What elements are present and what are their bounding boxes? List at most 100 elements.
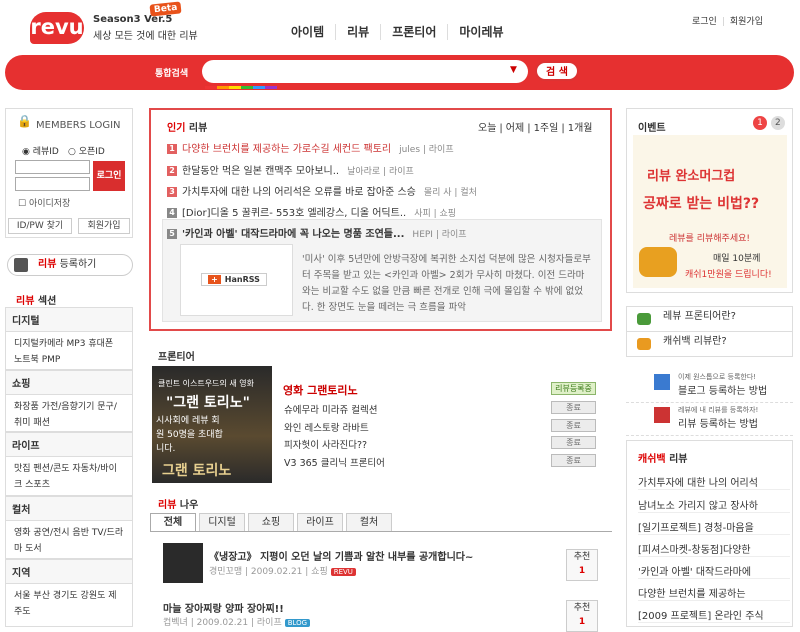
members-login-title: MEMBERS LOGIN [36,120,121,131]
review-title[interactable]: 《냉장고》 지평이 오던 날의 기쁨과 알찬 내부를 공개합니다~ [209,548,473,563]
page-2[interactable]: 2 [770,116,785,130]
status-badge: 종료 [551,454,596,467]
category-title[interactable]: 쇼핑 [6,371,132,395]
nav-item-myrevu[interactable]: 마이레뷰 [447,24,514,40]
list-item[interactable]: 다양한 브런치를 제공하는 [638,585,790,601]
tab-shopping[interactable]: 쇼핑 [248,513,294,531]
category-items[interactable]: 맛집 펜션/콘도 자동차/바이크 스포츠 [6,457,132,497]
banner-sub: 시사회에 레뷰 회원 50명을 초대합니다. [156,416,223,454]
review-meta: 경민꼬맹 | 2009.02.21 | 쇼핑 REVU [209,564,356,577]
review-icon [654,407,670,423]
nav-item-review[interactable]: 리뷰 [335,24,380,40]
frontier-banner[interactable]: 클린트 이스트우드의 새 영화 "그랜 토리노" 시사회에 레뷰 회원 50명을… [152,366,272,483]
recommend-button[interactable]: 추천 1 [566,549,598,581]
list-item[interactable]: 슈에무라 미라쥬 컬렉션 [284,402,377,416]
banner-title: "그랜 토리노" [166,395,250,411]
version-label: Season3 Ver.5 [93,14,173,25]
review-title[interactable]: 마늘 장아찌랑 양파 장아찌!! [163,600,284,615]
radio-open-id[interactable]: ○ 오픈ID [68,144,105,157]
revu-badge: REVU [330,568,356,576]
frontier-info-link[interactable]: 레뷰 프론티어란? [626,306,793,332]
find-idpw-button[interactable]: ID/PW 찾기 [8,218,72,234]
tab-digital[interactable]: 디지털 [199,513,245,531]
id-field[interactable] [15,160,90,174]
period-tabs: 오늘 | 어제 | 1주일 | 1개월 [475,119,595,134]
list-item[interactable]: 가치투자에 대한 나의 어리석 [638,474,790,490]
popular-reviews-title: 인기 리뷰 [167,123,208,134]
search-input[interactable] [202,60,528,83]
review-thumbnail[interactable] [163,543,203,583]
review-meta: 컵벡녀 | 2009.02.21 | 라이프 BLOG [163,615,311,628]
event-line3: 레뷰를 리뷰해주세요! [669,234,750,244]
list-item[interactable]: 2 한달동안 먹은 일본 캔맥주 모아보니.. 날아라로 | 라이프 [167,162,414,177]
coin-icon [639,247,677,277]
radio-revu-label: 레뷰ID [32,147,59,157]
category-digital: 디지털 디지털카메라 MP3 휴대폰 노트북 PMP [5,307,133,370]
password-field[interactable] [15,177,90,191]
blog-icon [654,374,670,390]
category-items[interactable]: 영화 공연/전시 음반 TV/드라마 도서 [6,521,132,561]
review-tabs: 전체 디지털 쇼핑 라이프 컬처 [150,513,612,532]
join-link[interactable]: 회원가입 [725,17,768,27]
hanrss-logo: + HanRSS [201,273,267,286]
list-item[interactable]: 피자헛이 사라진다?? [284,437,367,451]
review-now-title: 리뷰 나우 [158,500,199,511]
cashback-info-link[interactable]: 캐쉬백 리뷰란? [626,331,793,357]
rss-icon [637,313,651,325]
category-title[interactable]: 컬처 [6,497,132,521]
category-life: 라이프 맛집 펜션/콘도 자동차/바이크 스포츠 [5,432,133,496]
period-yesterday[interactable]: 어제 [503,123,527,134]
category-items[interactable]: 서울 부산 경기도 강원도 제주도 [6,584,132,624]
featured-description[interactable]: '미사' 이후 5년만에 안방극장에 복귀한 소지섭 덕분에 많은 시청자들로부… [302,252,592,316]
revu-logo[interactable]: revu [30,12,84,44]
list-item[interactable]: [2009 프로젝트] 온라인 주식 [638,607,790,623]
status-badge: 종료 [551,419,596,432]
save-id-label: 아이디저장 [28,199,71,209]
tagline: 세상 모든 것에 대한 리뷰 [93,31,198,42]
list-item[interactable]: 1 다양한 브런치를 제공하는 가로수길 세컨드 팩토리 jules | 라이프 [167,140,454,155]
chevron-down-icon[interactable]: ▼ [510,65,517,75]
review-register-guide[interactable]: 레뷰에 내 리뷰를 등록하자! 리뷰 등록하는 방법 [626,403,793,436]
join-button[interactable]: 회원가입 [78,218,130,234]
tab-life[interactable]: 라이프 [297,513,343,531]
list-item[interactable]: 3 가치투자에 대한 나의 어리석은 오류를 바로 잡아준 스승 몰리 사 | 컬처 [167,183,477,198]
tab-all[interactable]: 전체 [150,513,196,531]
period-month[interactable]: 1개월 [565,123,596,134]
frontier-item-main[interactable]: 영화 그랜토리노 [283,382,358,398]
blog-badge: BLOG [284,619,311,627]
nav-item-items[interactable]: 아이템 [280,24,335,40]
period-today[interactable]: 오늘 [475,123,499,134]
list-item[interactable]: 4 [Dior]디올 5 꿀퀴르- 553호 엘레강스, 디올 어딕트.. 사피 |… [167,204,456,219]
status-badge: 종료 [551,436,596,449]
main-nav: 아이템 리뷰 프론티어 마이레뷰 [280,24,515,40]
nav-item-frontier[interactable]: 프론티어 [380,24,447,40]
list-item[interactable]: [피셔스마켓-창동점]다양한 [638,541,790,557]
search-button[interactable]: 검 색 [535,61,579,81]
list-item[interactable]: '카인과 아벨' 대작드라마에 [638,563,790,579]
list-item[interactable]: 와인 레스토랑 라바트 [284,420,369,434]
recommend-button[interactable]: 추천 1 [566,600,598,632]
category-items[interactable]: 화장품 가전/음향기기 문구/취미 패션 [6,395,132,435]
blog-register-guide[interactable]: 이제 원스톱으로 등록한다! 블로그 등록하는 방법 [626,370,793,403]
list-item[interactable]: 5 '카인과 아벨' 대작드라마에 꼭 나오는 명품 조연들... HEPI | 라… [167,225,467,240]
tab-culture[interactable]: 컬처 [346,513,392,531]
list-item[interactable]: 남녀노소 가리지 않고 장사하 [638,497,790,513]
category-title[interactable]: 디지털 [6,308,132,332]
save-id-checkbox[interactable]: ☐ 아이디저장 [18,196,70,209]
banner-bottom: 그랜 토리노 [162,463,232,479]
radio-revu-id[interactable]: ◉ 레뷰ID [22,144,59,157]
period-week[interactable]: 1주일 [531,123,562,134]
category-title[interactable]: 지역 [6,560,132,584]
list-item[interactable]: V3 365 클리닉 프론티어 [284,455,385,469]
login-button[interactable]: 로그인 [93,161,125,191]
event-line1: 리뷰 완소머그컵 [647,169,736,184]
category-items[interactable]: 디지털카메라 MP3 휴대폰 노트북 PMP [6,332,132,372]
event-line5: 캐쉬1만원을 드립니다! [685,270,772,280]
page-1[interactable]: 1 [753,116,767,130]
status-badge: 리뷰등록중 [551,382,596,395]
event-banner[interactable]: 리뷰 완소머그컵 공짜로 받는 비법?? 레뷰를 리뷰해주세요! 매일 10분께… [633,135,787,288]
list-item[interactable]: [일기프로젝트] 경청-마음을 [638,519,790,535]
register-review-label: 리뷰 등록하기 [38,259,97,270]
category-title[interactable]: 라이프 [6,433,132,457]
login-link[interactable]: 로그인 [687,17,722,27]
